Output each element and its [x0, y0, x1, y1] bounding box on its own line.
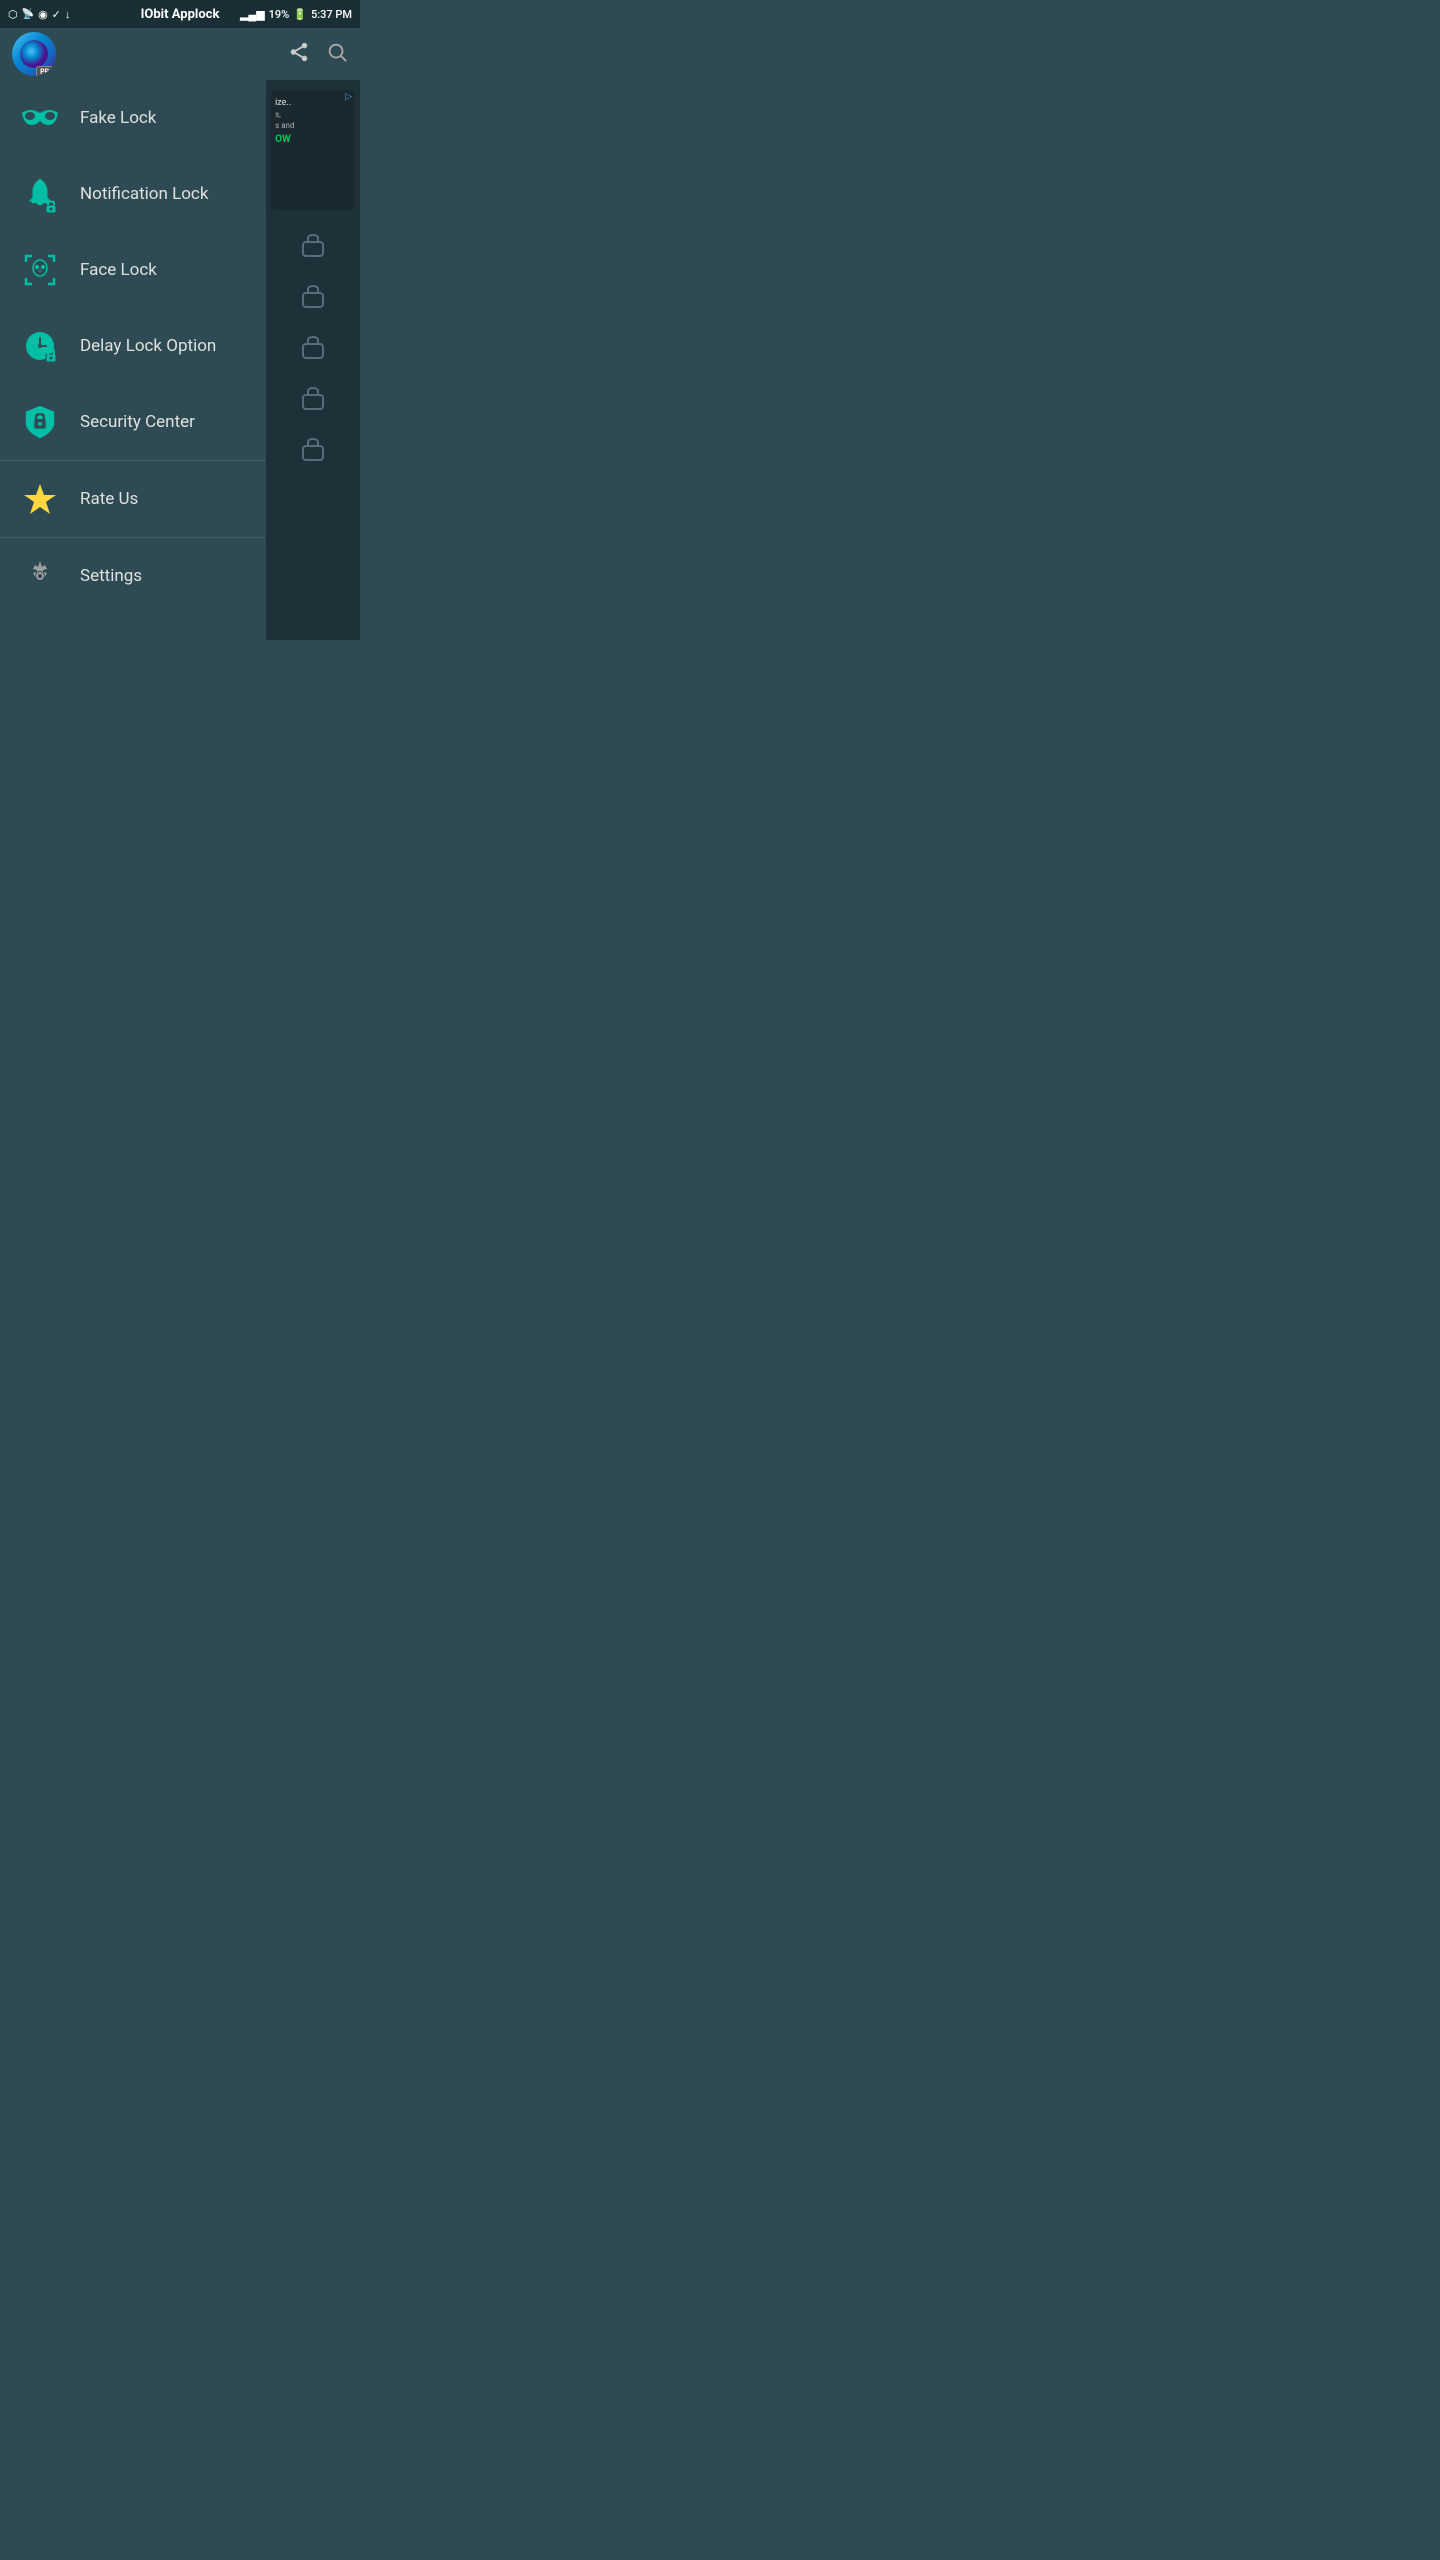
security-center-label: Security Center [80, 412, 195, 432]
signal-bars: ▂▄▆ [240, 8, 265, 21]
clock-lock-icon [20, 326, 60, 366]
main-container: Fake Lock Notification L [0, 80, 360, 640]
sidebar-item-rate-us[interactable]: Rate Us [0, 461, 266, 537]
share-icon[interactable] [288, 41, 310, 68]
ad-title-3: s and [275, 121, 351, 130]
time-display: 5:37 PM [311, 8, 352, 21]
sidebar-item-face-lock[interactable]: Face Lock [0, 232, 266, 308]
usb-icon: ⬡ [8, 8, 18, 21]
pro-badge: PRO [36, 66, 56, 76]
sidebar-item-feedback[interactable]: Feedback [0, 614, 266, 640]
rate-us-label: Rate Us [80, 489, 138, 509]
face-scan-icon [20, 250, 60, 290]
sidebar-item-fake-lock[interactable]: Fake Lock [0, 80, 266, 156]
notification-lock-label: Notification Lock [80, 184, 208, 204]
sidebar-item-notification-lock[interactable]: Notification Lock [0, 156, 266, 232]
download-icon: ↓ [65, 8, 71, 21]
ad-title-2: s, [275, 110, 351, 119]
face-lock-label: Face Lock [80, 260, 157, 280]
lock-row-4 [266, 373, 360, 422]
mail-icon [20, 632, 60, 640]
bell-lock-icon [20, 174, 60, 214]
cast-icon: 📡 [22, 9, 34, 20]
status-bar-right: ▂▄▆ 19% 🔋 5:37 PM [240, 8, 352, 21]
ad-label: ▷ [342, 90, 355, 104]
shield-lock-icon [20, 402, 60, 442]
ad-cta[interactable]: OW [275, 134, 351, 145]
app-logo[interactable]: PRO [12, 32, 56, 76]
lock-row-3 [266, 322, 360, 371]
search-icon[interactable] [326, 41, 348, 68]
mask-icon [20, 98, 60, 138]
delay-lock-label: Delay Lock Option [80, 336, 216, 356]
check-icon: ✓ [52, 8, 61, 21]
status-bar: ⬡ 📡 ◉ ✓ ↓ IObit Applock ▂▄▆ 19% 🔋 5:37 P… [0, 0, 360, 28]
gear-icon [20, 556, 60, 596]
status-bar-left: ⬡ 📡 ◉ ✓ ↓ [8, 8, 70, 21]
battery-level: 19% [269, 8, 290, 21]
sidebar-item-settings[interactable]: Settings [0, 538, 266, 614]
lock-row-2 [266, 271, 360, 320]
lock-row-5 [266, 424, 360, 473]
lock-row-1 [266, 220, 360, 269]
toolbar-right [288, 41, 348, 68]
battery-icon: 🔋 [293, 8, 307, 21]
sidebar-item-security-center[interactable]: Security Center [0, 384, 266, 460]
wifi-icon: ◉ [38, 8, 48, 21]
ad-title-1: ize.. [275, 98, 351, 108]
settings-label: Settings [80, 566, 142, 586]
toolbar: PRO [0, 28, 360, 80]
toolbar-left: PRO [12, 32, 56, 76]
app-title: IObit Applock [141, 7, 220, 22]
star-icon [20, 479, 60, 519]
content-area: ▷ ize.. s, s and OW [266, 80, 360, 640]
drawer-menu: Fake Lock Notification L [0, 80, 266, 640]
fake-lock-label: Fake Lock [80, 108, 156, 128]
sidebar-item-delay-lock[interactable]: Delay Lock Option [0, 308, 266, 384]
ad-banner[interactable]: ▷ ize.. s, s and OW [271, 90, 355, 210]
